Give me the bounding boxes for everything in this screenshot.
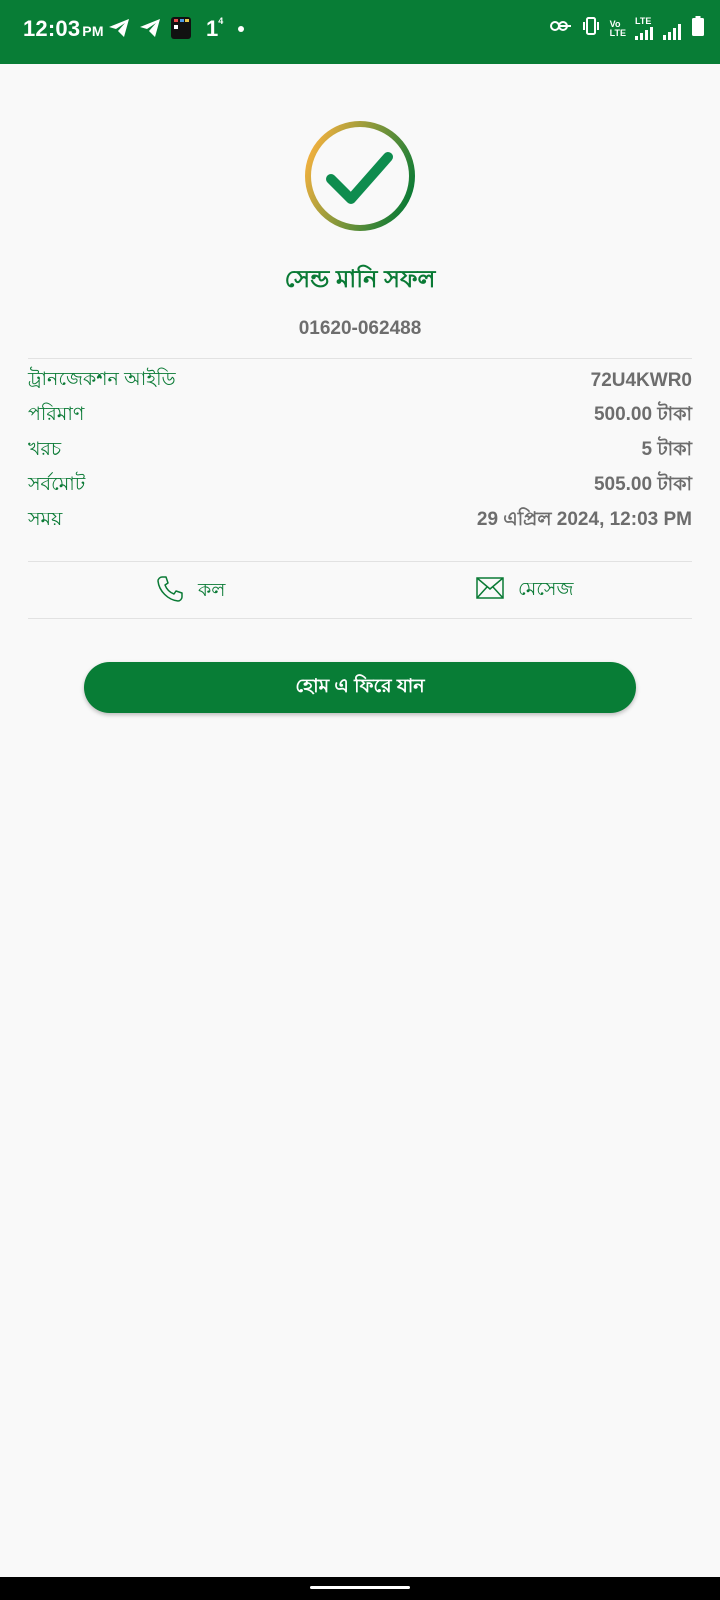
divider <box>28 561 692 562</box>
detail-label: সময় <box>28 509 63 530</box>
notification-count: 14 <box>206 16 224 41</box>
detail-row-amount: পরিমাণ 500.00 টাকা <box>28 401 692 431</box>
detail-row-total: সর্বমোট 505.00 টাকা <box>28 471 692 501</box>
detail-label: খরচ <box>28 439 62 460</box>
app-notification-icon <box>170 16 192 40</box>
detail-value: 505.00 টাকা <box>593 474 692 495</box>
telegram-icon <box>139 18 161 38</box>
detail-value: 29 এপ্রিল 2024, 12:03 PM <box>476 509 692 530</box>
call-button[interactable]: কল <box>156 575 225 609</box>
battery-icon <box>692 16 704 41</box>
message-label: মেসেজ <box>518 579 574 600</box>
detail-label: ট্রানজেকশন আইডি <box>28 369 176 390</box>
detail-label: পরিমাণ <box>28 404 85 425</box>
vibrate-icon <box>581 17 601 40</box>
signal-icon: LTE <box>635 17 683 40</box>
volte-icon: Vo LTE <box>609 18 626 38</box>
check-circle-icon <box>303 119 417 233</box>
detail-label: সর্বমোট <box>28 474 86 495</box>
system-nav-bar <box>0 1577 720 1600</box>
detail-value: 500.00 টাকা <box>593 404 692 425</box>
vpn-key-icon <box>549 19 572 38</box>
home-gesture-handle[interactable] <box>310 1586 410 1589</box>
more-dot-icon <box>237 25 245 33</box>
phone-icon <box>156 575 184 609</box>
detail-row-charge: খরচ 5 টাকা <box>28 436 692 466</box>
message-button[interactable]: মেসেজ <box>476 575 573 607</box>
detail-row-time: সময় 29 এপ্রিল 2024, 12:03 PM <box>28 506 692 536</box>
go-home-button[interactable]: হোম এ ফিরে যান <box>84 662 636 713</box>
detail-value: 72U4KWR0 <box>590 370 692 391</box>
telegram-icon <box>108 18 130 38</box>
call-label: কল <box>198 580 226 601</box>
detail-row-transaction-id: ট্রানজেকশন আইডি 72U4KWR0 <box>28 366 692 396</box>
divider <box>28 618 692 619</box>
status-right-icons: Vo LTE LTE <box>549 16 704 41</box>
recipient-phone: 01620-062488 <box>298 318 422 339</box>
success-title: সেন্ড মানি সফল <box>284 266 436 293</box>
status-bar: 12:03 PM 14 Vo LTE LTE <box>0 0 720 64</box>
divider <box>28 358 692 359</box>
status-time: 12:03 PM <box>23 16 104 41</box>
envelope-icon <box>476 577 504 605</box>
detail-value: 5 টাকা <box>641 439 692 460</box>
